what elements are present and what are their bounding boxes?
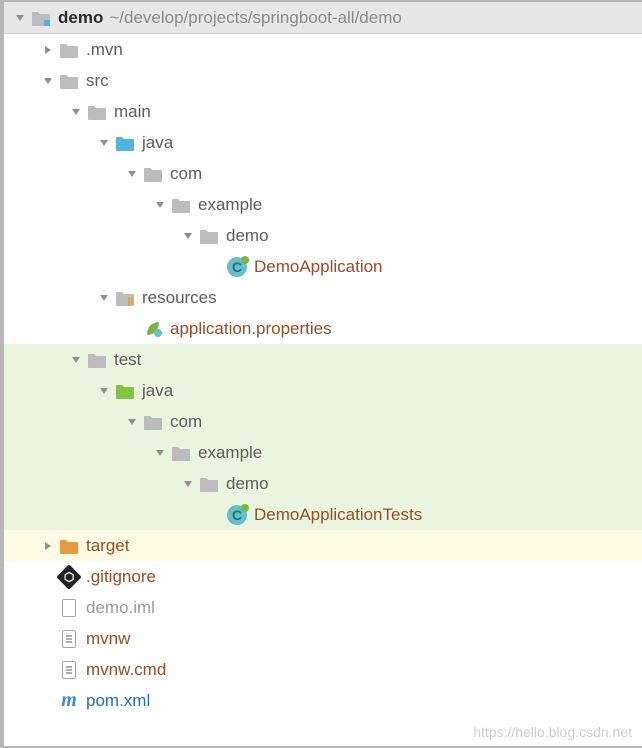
tree-label: DemoApplicationTests (254, 505, 422, 525)
tree-label: example (198, 195, 262, 215)
maven-icon: m (58, 690, 80, 712)
resources-folder-icon (114, 287, 136, 309)
tree-label: mvnw (86, 629, 130, 649)
tree-label: pom.xml (86, 691, 150, 711)
package-icon (142, 163, 164, 185)
tree-root-row[interactable]: demo ~/develop/projects/springboot-all/d… (4, 2, 642, 34)
tree-label: .mvn (86, 40, 123, 60)
tree-item-example-main[interactable]: example (4, 189, 642, 220)
tree-label: test (114, 350, 141, 370)
tree-item-demo-application[interactable]: C DemoApplication (4, 251, 642, 282)
tree-item-demo-test[interactable]: demo (4, 468, 642, 499)
tree-label: target (86, 536, 129, 556)
tree-label: example (198, 443, 262, 463)
project-tree: demo ~/develop/projects/springboot-all/d… (0, 0, 642, 748)
tree-item-test[interactable]: test (4, 344, 642, 375)
tree-label: DemoApplication (254, 257, 383, 277)
expand-down-icon[interactable] (124, 168, 140, 180)
expand-down-icon[interactable] (68, 106, 84, 118)
git-icon: ⬡ (58, 566, 80, 588)
tree-label: java (142, 381, 173, 401)
expand-down-icon[interactable] (96, 137, 112, 149)
root-name: demo (58, 8, 103, 28)
tree-item-mvn[interactable]: .mvn (4, 34, 642, 65)
tree-label: demo.iml (86, 598, 155, 618)
tree-item-example-test[interactable]: example (4, 437, 642, 468)
tree-label: java (142, 133, 173, 153)
root-path: ~/develop/projects/springboot-all/demo (109, 8, 401, 28)
spring-leaf-icon (142, 318, 164, 340)
folder-icon (86, 349, 108, 371)
package-icon (142, 411, 164, 433)
tree-label: .gitignore (86, 567, 156, 587)
text-file-icon (58, 659, 80, 681)
tree-item-gitignore[interactable]: ⬡ .gitignore (4, 561, 642, 592)
tree-label: com (170, 164, 202, 184)
text-file-icon (58, 628, 80, 650)
tree-item-demo-iml[interactable]: demo.iml (4, 592, 642, 623)
expand-down-icon[interactable] (12, 12, 28, 24)
tree-label: src (86, 71, 109, 91)
expand-down-icon[interactable] (152, 447, 168, 459)
tree-label: demo (226, 474, 269, 494)
package-icon (170, 442, 192, 464)
tree-item-pom[interactable]: m pom.xml (4, 685, 642, 716)
expand-down-icon[interactable] (180, 478, 196, 490)
expand-down-icon[interactable] (124, 416, 140, 428)
folder-icon (58, 39, 80, 61)
expand-down-icon[interactable] (180, 230, 196, 242)
expand-down-icon[interactable] (68, 354, 84, 366)
package-icon (198, 473, 220, 495)
tree-label: resources (142, 288, 217, 308)
module-folder-icon (30, 7, 52, 29)
expand-down-icon[interactable] (40, 75, 56, 87)
tree-item-mvnw[interactable]: mvnw (4, 623, 642, 654)
tree-item-resources[interactable]: resources (4, 282, 642, 313)
tree-label: main (114, 102, 151, 122)
expand-down-icon[interactable] (96, 385, 112, 397)
expand-right-icon[interactable] (40, 44, 56, 56)
tree-item-mvnw-cmd[interactable]: mvnw.cmd (4, 654, 642, 685)
test-source-folder-icon (114, 380, 136, 402)
watermark: https://hello.blog.csdn.net (473, 724, 632, 740)
tree-label: mvnw.cmd (86, 660, 166, 680)
tree-label: application.properties (170, 319, 332, 339)
spring-class-icon: C (226, 504, 248, 526)
package-icon (198, 225, 220, 247)
tree-label: com (170, 412, 202, 432)
package-icon (170, 194, 192, 216)
expand-down-icon[interactable] (152, 199, 168, 211)
tree-item-com-main[interactable]: com (4, 158, 642, 189)
tree-item-demo-application-tests[interactable]: C DemoApplicationTests (4, 499, 642, 530)
expand-right-icon[interactable] (40, 540, 56, 552)
tree-item-demo-main[interactable]: demo (4, 220, 642, 251)
tree-item-src[interactable]: src (4, 65, 642, 96)
source-folder-icon (114, 132, 136, 154)
folder-icon (58, 70, 80, 92)
iml-file-icon (58, 597, 80, 619)
folder-icon (86, 101, 108, 123)
excluded-folder-icon (58, 535, 80, 557)
spring-class-icon: C (226, 256, 248, 278)
tree-item-java-test[interactable]: java (4, 375, 642, 406)
tree-label: demo (226, 226, 269, 246)
tree-item-app-properties[interactable]: application.properties (4, 313, 642, 344)
tree-item-com-test[interactable]: com (4, 406, 642, 437)
expand-down-icon[interactable] (96, 292, 112, 304)
tree-item-main[interactable]: main (4, 96, 642, 127)
tree-item-java-main[interactable]: java (4, 127, 642, 158)
tree-item-target[interactable]: target (4, 530, 642, 561)
